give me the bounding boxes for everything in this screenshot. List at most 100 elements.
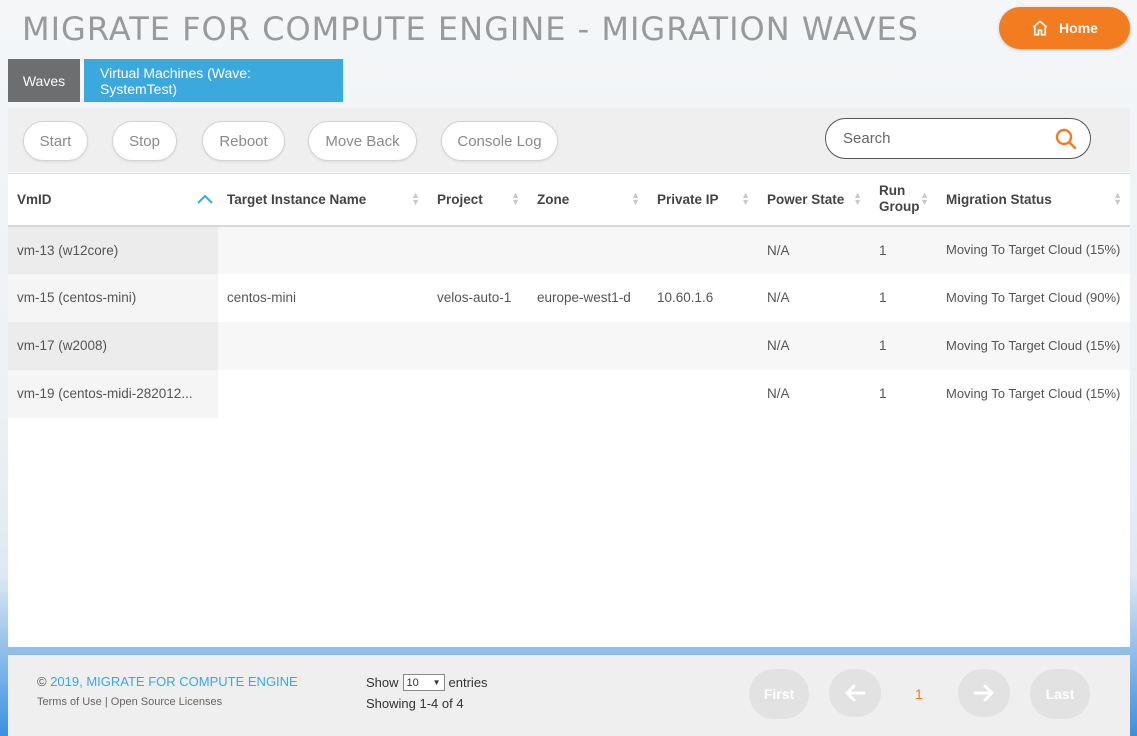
- cell-migration-status: Moving To Target Cloud (15%): [937, 369, 1130, 418]
- table-row[interactable]: vm-15 (centos-mini) centos-mini velos-au…: [8, 273, 1130, 322]
- column-header-power-state[interactable]: Power State ▲ ▼: [758, 173, 870, 227]
- column-label: Private IP: [657, 191, 719, 207]
- cell-ip: 10.60.1.6: [648, 273, 758, 322]
- tab-waves[interactable]: Waves: [8, 59, 80, 102]
- column-label: Zone: [537, 191, 570, 207]
- cell-power-state: N/A: [758, 225, 870, 274]
- column-header-migration-status[interactable]: Migration Status ▲ ▼: [937, 173, 1130, 227]
- cell-ip: [648, 225, 758, 274]
- cell-zone: [528, 369, 648, 418]
- cell-zone: [528, 225, 648, 274]
- cell-target: [218, 225, 428, 274]
- table-header-row: VmID Target Instance Name ▲ ▼ Project ▲ ▼ Zo…: [8, 173, 1130, 227]
- show-label: Show: [366, 675, 399, 690]
- cell-ip: [648, 369, 758, 418]
- start-button[interactable]: Start: [23, 121, 88, 161]
- cell-target: [218, 321, 428, 370]
- cell-target: centos-mini: [218, 273, 428, 322]
- column-header-private-ip[interactable]: Private IP ▲ ▼: [648, 173, 758, 227]
- column-label: Target Instance Name: [227, 191, 367, 207]
- copyright-symbol: ©: [37, 674, 51, 689]
- cell-run-group: 1: [870, 321, 937, 370]
- arrow-left-icon: [845, 684, 866, 702]
- page-size-select[interactable]: 10 ▼: [402, 674, 445, 691]
- home-button-label: Home: [1059, 20, 1098, 36]
- home-icon: [1032, 20, 1048, 36]
- cell-project: [428, 321, 528, 370]
- cell-vmid: vm-19 (centos-midi-282012...: [8, 369, 218, 418]
- table-row[interactable]: vm-13 (w12core) N/A 1 Moving To Target C…: [8, 225, 1130, 274]
- cell-migration-status: Moving To Target Cloud (15%): [937, 225, 1130, 274]
- dropdown-arrow-icon: ▼: [432, 678, 441, 687]
- home-button[interactable]: Home: [999, 7, 1130, 49]
- cell-run-group: 1: [870, 369, 937, 418]
- copyright: © 2019, MIGRATE FOR COMPUTE ENGINE: [37, 674, 298, 689]
- tab-virtual-machines[interactable]: Virtual Machines (Wave: SystemTest): [84, 59, 343, 102]
- search-icon[interactable]: [1054, 127, 1078, 151]
- column-header-run-group[interactable]: Run Group ▲ ▼: [870, 173, 937, 227]
- previous-page-button[interactable]: [829, 669, 881, 717]
- last-page-button[interactable]: Last: [1030, 669, 1090, 719]
- sort-icon: ▲ ▼: [741, 190, 750, 208]
- cell-run-group: 1: [870, 225, 937, 274]
- cell-project: [428, 225, 528, 274]
- column-label: Power State: [767, 191, 845, 207]
- first-page-button[interactable]: First: [749, 669, 809, 719]
- sort-ascending-icon: [197, 194, 213, 204]
- page-size-value: 10: [406, 676, 419, 689]
- console-log-button[interactable]: Console Log: [441, 121, 558, 161]
- cell-vmid: vm-13 (w12core): [8, 225, 218, 274]
- cell-migration-status: Moving To Target Cloud (90%): [937, 273, 1130, 322]
- next-page-button[interactable]: [958, 669, 1010, 717]
- entries-label: entries: [448, 675, 488, 690]
- sort-icon: ▲ ▼: [853, 190, 862, 208]
- stop-button[interactable]: Stop: [112, 121, 177, 161]
- tab-bar: Waves Virtual Machines (Wave: SystemTest…: [8, 59, 343, 102]
- column-header-target-instance-name[interactable]: Target Instance Name ▲ ▼: [218, 173, 428, 227]
- footer-links: Terms of Use | Open Source Licenses: [37, 696, 222, 708]
- column-header-zone[interactable]: Zone ▲ ▼: [528, 173, 648, 227]
- reboot-button[interactable]: Reboot: [202, 121, 285, 161]
- column-label: Run Group: [879, 183, 920, 215]
- cell-target: [218, 369, 428, 418]
- cell-power-state: N/A: [758, 369, 870, 418]
- cell-zone: europe-west1-d: [528, 273, 648, 322]
- cell-run-group: 1: [870, 273, 937, 322]
- sort-icon: ▲ ▼: [511, 190, 520, 208]
- arrow-right-icon: [973, 684, 994, 702]
- showing-info: Showing 1-4 of 4: [366, 696, 464, 711]
- cell-power-state: N/A: [758, 273, 870, 322]
- sort-icon: ▲ ▼: [411, 190, 420, 208]
- sort-icon: ▲ ▼: [1113, 190, 1122, 208]
- cell-zone: [528, 321, 648, 370]
- cell-migration-status: Moving To Target Cloud (15%): [937, 321, 1130, 370]
- column-header-vmid[interactable]: VmID: [8, 173, 218, 227]
- page-size-control: Show 10 ▼ entries: [366, 674, 488, 691]
- table-row[interactable]: vm-19 (centos-midi-282012... N/A 1 Movin…: [8, 369, 1130, 418]
- terms-of-use-link[interactable]: Terms of Use: [37, 696, 102, 708]
- column-label: Migration Status: [946, 191, 1052, 207]
- cell-vmid: vm-15 (centos-mini): [8, 273, 218, 322]
- search-box: [825, 118, 1091, 159]
- vm-table: VmID Target Instance Name ▲ ▼ Project ▲ ▼ Zo…: [8, 173, 1130, 418]
- current-page-number[interactable]: 1: [915, 686, 923, 702]
- cell-ip: [648, 321, 758, 370]
- action-toolbar: Start Stop Reboot Move Back Console Log: [8, 108, 1130, 172]
- footer: © 2019, MIGRATE FOR COMPUTE ENGINE Terms…: [8, 655, 1130, 736]
- cell-vmid: vm-17 (w2008): [8, 321, 218, 370]
- copyright-brand-link[interactable]: 2019, MIGRATE FOR COMPUTE ENGINE: [50, 674, 298, 689]
- main-panel: Start Stop Reboot Move Back Console Log …: [8, 108, 1130, 647]
- cell-project: velos-auto-1: [428, 273, 528, 322]
- sort-icon: ▲ ▼: [920, 190, 929, 208]
- column-label: VmID: [17, 191, 52, 207]
- column-header-project[interactable]: Project ▲ ▼: [428, 173, 528, 227]
- sort-icon: ▲ ▼: [631, 190, 640, 208]
- cell-project: [428, 369, 528, 418]
- link-separator: |: [101, 696, 111, 708]
- table-row[interactable]: vm-17 (w2008) N/A 1 Moving To Target Clo…: [8, 321, 1130, 370]
- open-source-licenses-link[interactable]: Open Source Licenses: [111, 696, 222, 708]
- search-input[interactable]: [841, 129, 1054, 148]
- move-back-button[interactable]: Move Back: [308, 121, 417, 161]
- column-label: Project: [437, 191, 483, 207]
- cell-power-state: N/A: [758, 321, 870, 370]
